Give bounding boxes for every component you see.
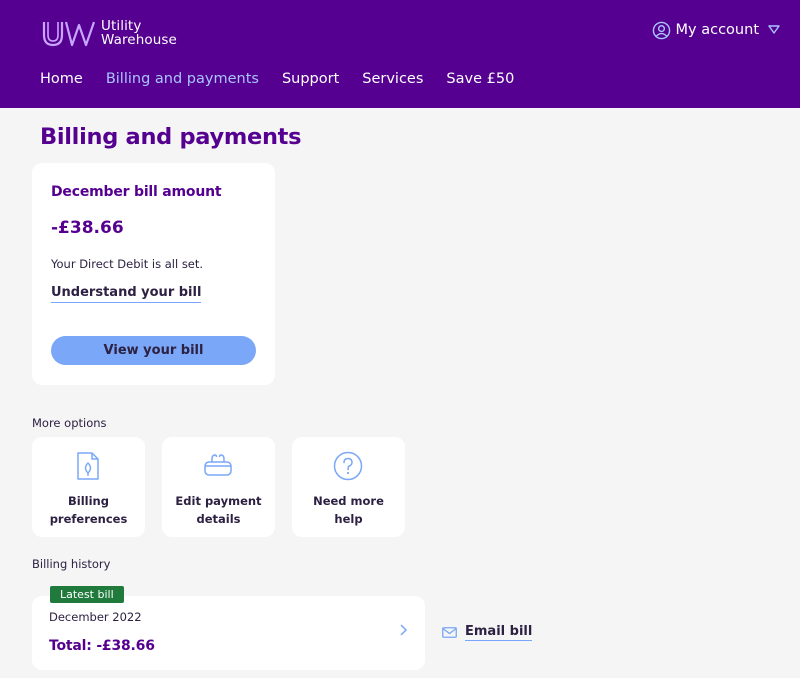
question-icon [333, 451, 363, 481]
user-icon [652, 21, 670, 39]
need-more-help-option[interactable]: Need more help [292, 437, 405, 537]
direct-debit-status: Your Direct Debit is all set. [51, 257, 204, 271]
uw-logo-icon [42, 21, 96, 47]
main-nav: Home Billing and payments Support Servic… [40, 71, 537, 87]
bill-summary-card: December bill amount -£38.66 Your Direct… [32, 163, 275, 385]
logo-text-line2: Warehouse [101, 32, 177, 48]
my-account-menu[interactable]: My account [652, 19, 780, 41]
more-options-label: More options [32, 416, 107, 430]
option-label-line1: Billing [68, 494, 109, 508]
logo-text-line1: Utility [101, 18, 142, 34]
mail-icon [442, 627, 457, 638]
email-bill-label: Email bill [465, 624, 533, 641]
utility-warehouse-logo[interactable]: Utility Warehouse [41, 17, 177, 49]
chevron-down-icon [768, 25, 780, 34]
bill-date: December 2022 [49, 610, 142, 624]
billing-history-label: Billing history [32, 557, 111, 571]
option-label-line2: help [334, 512, 363, 526]
option-label-line2: details [196, 512, 241, 526]
purse-icon [204, 454, 232, 476]
billing-preferences-option[interactable]: Billing preferences [32, 437, 145, 537]
site-header: Utility Warehouse My account Home Billin… [0, 0, 800, 108]
nav-support[interactable]: Support [282, 71, 339, 87]
nav-services[interactable]: Services [362, 71, 423, 87]
view-your-bill-button[interactable]: View your bill [51, 336, 256, 365]
bill-total: Total: -£38.66 [49, 638, 155, 654]
nav-billing-and-payments[interactable]: Billing and payments [106, 71, 259, 87]
nav-save-50[interactable]: Save £50 [446, 71, 514, 87]
option-label-line1: Edit payment [175, 494, 262, 508]
page-title: Billing and payments [40, 124, 302, 150]
understand-your-bill-link[interactable]: Understand your bill [51, 285, 202, 303]
bill-heading: December bill amount [51, 184, 222, 200]
nav-home[interactable]: Home [40, 71, 83, 87]
chevron-right-icon [400, 624, 408, 636]
option-label-line1: Need more [313, 494, 384, 508]
bill-amount: -£38.66 [51, 218, 124, 238]
email-bill-link[interactable]: Email bill [442, 624, 533, 641]
my-account-label: My account [675, 22, 759, 38]
latest-bill-row[interactable]: December 2022 Total: -£38.66 [32, 596, 425, 670]
latest-bill-badge: Latest bill [50, 586, 124, 603]
option-label-line2: preferences [49, 512, 128, 526]
document-leaf-icon [77, 452, 99, 480]
edit-payment-details-option[interactable]: Edit payment details [162, 437, 275, 537]
